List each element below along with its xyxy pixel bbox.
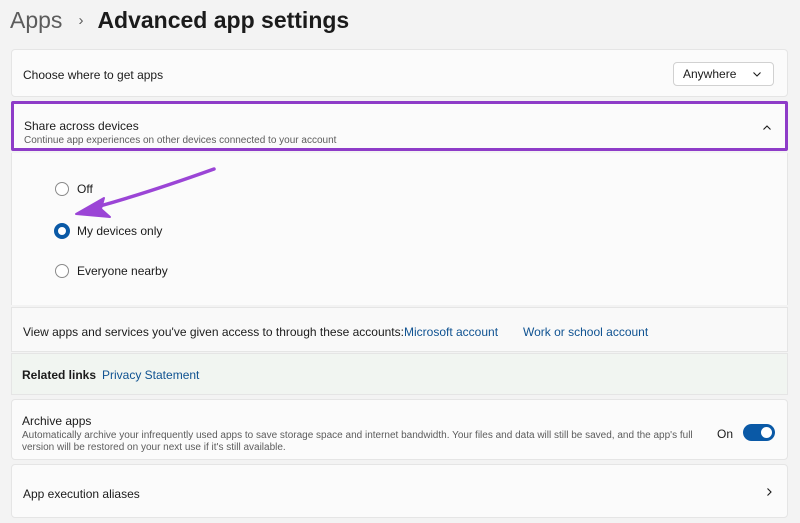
- share-across-devices-description: Continue app experiences on other device…: [24, 135, 337, 146]
- radio-option-my-devices-only[interactable]: My devices only: [54, 223, 163, 239]
- radio-option-everyone-nearby[interactable]: Everyone nearby: [55, 264, 168, 278]
- choose-where-label: Choose where to get apps: [23, 68, 164, 82]
- work-or-school-account-link[interactable]: Work or school account: [523, 325, 648, 339]
- chevron-right-icon: [767, 488, 772, 496]
- page-title: Advanced app settings: [97, 6, 350, 33]
- radio-label-off: Off: [77, 182, 93, 196]
- archive-apps-title: Archive apps: [22, 414, 92, 428]
- microsoft-account-link[interactable]: Microsoft account: [404, 325, 498, 339]
- chevron-down-icon: [753, 72, 761, 77]
- chevron-up-icon[interactable]: [761, 122, 773, 134]
- share-options-panel: Off My devices only Everyone nearby: [11, 153, 788, 305]
- app-execution-aliases-row[interactable]: App execution aliases: [11, 464, 788, 518]
- related-links-row: Related links Privacy Statement: [11, 353, 788, 395]
- archive-apps-toggle[interactable]: [743, 424, 775, 441]
- archive-apps-description: Automatically archive your infrequently …: [22, 430, 693, 453]
- breadcrumb: Apps › Advanced app settings: [10, 4, 349, 36]
- toggle-knob: [761, 427, 772, 438]
- archive-toggle-state-label: On: [716, 427, 733, 441]
- breadcrumb-separator: ›: [78, 11, 84, 29]
- choose-where-to-get-apps-row: Choose where to get apps Anywhere: [11, 49, 788, 97]
- radio-button-off[interactable]: [55, 182, 69, 196]
- related-links-label: Related links: [22, 368, 97, 382]
- privacy-statement-link[interactable]: Privacy Statement: [102, 368, 199, 382]
- radio-label-my-devices-only: My devices only: [77, 224, 163, 238]
- radio-option-off[interactable]: Off: [55, 182, 93, 196]
- app-source-dropdown-value: Anywhere: [683, 67, 737, 81]
- radio-label-everyone-nearby: Everyone nearby: [77, 264, 168, 278]
- archive-apps-row: Archive apps Automatically archive your …: [11, 399, 788, 460]
- share-across-devices-title: Share across devices: [24, 119, 139, 133]
- accounts-row: View apps and services you've given acce…: [11, 307, 788, 352]
- share-across-devices-header[interactable]: Share across devices Continue app experi…: [11, 101, 788, 151]
- radio-button-my-devices-only[interactable]: [54, 223, 70, 239]
- accounts-label: View apps and services you've given acce…: [23, 325, 404, 339]
- radio-button-everyone-nearby[interactable]: [55, 264, 69, 278]
- breadcrumb-apps[interactable]: Apps: [10, 7, 62, 34]
- app-execution-aliases-title: App execution aliases: [23, 487, 140, 501]
- app-source-dropdown[interactable]: Anywhere: [673, 62, 774, 86]
